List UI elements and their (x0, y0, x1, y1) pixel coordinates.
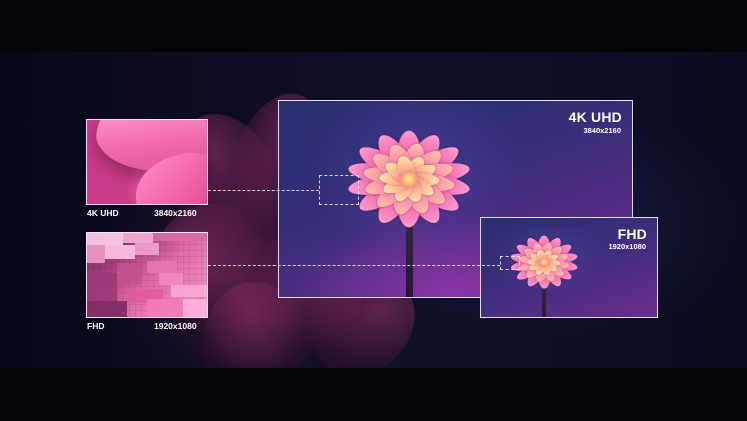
pixel-block (147, 299, 187, 317)
uhd-zoom-selection (319, 175, 359, 205)
pixel-block (87, 273, 117, 301)
uhd-main-resolution: 3840x2160 (583, 126, 621, 135)
pixel-block (87, 301, 127, 317)
fhd-zoom-resolution: 1920x1080 (154, 321, 197, 331)
pixel-block (183, 299, 207, 317)
uhd-zoom-resolution: 3840x2160 (154, 208, 197, 218)
flower-center (539, 257, 549, 267)
pixel-block (87, 245, 105, 263)
fhd-main-resolution: 1920x1080 (608, 242, 646, 251)
fhd-zoom-panel (86, 232, 208, 318)
pixel-block (117, 263, 141, 285)
uhd-zoom-panel (86, 119, 208, 205)
uhd-zoom-label: 4K UHD (87, 208, 119, 218)
uhd-main-label: 4K UHD (568, 109, 622, 125)
pixel-block (153, 233, 207, 241)
pixel-block (87, 233, 123, 245)
pixel-block (147, 261, 177, 273)
comparison-graphic: 4K UHD 3840x2160 FHD 1920x1080 4K UHD 38… (0, 0, 747, 421)
pixel-block (135, 243, 159, 255)
pixel-block (171, 285, 207, 297)
uhd-connector-line (208, 190, 319, 191)
fhd-zoom-selection (500, 256, 520, 270)
flower-center (400, 170, 418, 188)
pixel-block (159, 273, 183, 285)
fhd-main-label: FHD (617, 226, 647, 242)
pixel-block (105, 245, 135, 259)
fhd-connector-line (208, 265, 500, 266)
fhd-zoom-label: FHD (87, 321, 105, 331)
pixel-block (123, 233, 153, 243)
